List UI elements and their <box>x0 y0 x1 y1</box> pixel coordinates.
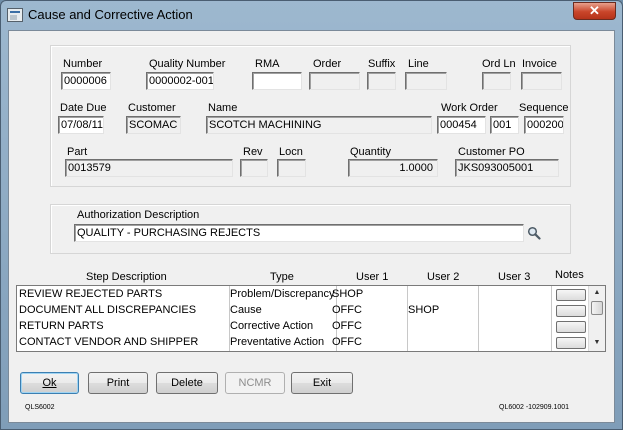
delete-button[interactable]: Delete <box>156 372 218 394</box>
quantity-label: Quantity <box>350 146 391 158</box>
suffix-label: Suffix <box>368 58 396 70</box>
program-version-right: QL6002 -102909.1001 <box>499 404 570 411</box>
column-header-user2: User 2 <box>427 271 460 283</box>
number-label: Number <box>63 58 103 70</box>
ncmr-button-label: NCMR <box>238 377 272 389</box>
table-row[interactable]: CONTACT VENDOR AND SHIPPER Preventative … <box>17 335 553 351</box>
print-button-label: Print <box>106 377 130 389</box>
rma-label: RMA <box>255 58 280 70</box>
notes-button[interactable] <box>556 305 586 317</box>
title-bar[interactable]: Cause and Corrective Action ✕ <box>1 1 622 29</box>
ord-ln-field[interactable] <box>482 72 511 90</box>
notes-button[interactable] <box>556 337 586 349</box>
column-header-step-description: Step Description <box>86 271 167 283</box>
column-header-notes: Notes <box>555 269 584 281</box>
locn-label: Locn <box>279 146 303 158</box>
line-field[interactable] <box>405 72 447 90</box>
sequence-field[interactable]: 000200 <box>524 116 564 134</box>
close-button[interactable]: ✕ <box>573 2 616 20</box>
step-user2-cell: SHOP <box>408 304 440 316</box>
window: Cause and Corrective Action ✕ Number 000… <box>0 0 623 430</box>
order-label: Order <box>313 58 342 70</box>
authorization-field[interactable]: QUALITY - PURCHASING REJECTS <box>74 224 524 242</box>
step-user1-cell: OFFC <box>332 320 362 332</box>
app-icon <box>7 8 23 22</box>
date-due-field[interactable]: 07/08/11 <box>58 116 104 134</box>
ncmr-button[interactable]: NCMR <box>225 372 285 394</box>
ok-button-label: Ok <box>42 377 57 389</box>
line-label: Line <box>408 58 429 70</box>
column-header-type: Type <box>270 271 294 283</box>
customer-field[interactable]: SCOMAC <box>126 116 181 134</box>
quality-number-label: Quality Number <box>149 58 226 70</box>
step-type-cell: Problem/Discrepancy <box>230 288 335 300</box>
order-field[interactable] <box>309 72 360 90</box>
column-header-user3: User 3 <box>498 271 531 283</box>
scroll-up-arrow-icon[interactable]: ▲ <box>589 286 605 300</box>
scrollbar-thumb[interactable] <box>591 301 603 315</box>
rev-label: Rev <box>243 146 263 158</box>
work-order-field[interactable]: 000454 <box>437 116 486 134</box>
suffix-field[interactable] <box>367 72 396 90</box>
locn-field[interactable] <box>277 159 306 177</box>
print-button[interactable]: Print <box>88 372 148 394</box>
exit-button[interactable]: Exit <box>291 372 353 394</box>
program-code-left: QLS6002 <box>25 404 55 411</box>
step-description-cell: REVIEW REJECTED PARTS <box>19 288 163 300</box>
steps-grid[interactable]: REVIEW REJECTED PARTS Problem/Discrepanc… <box>16 285 606 352</box>
step-type-cell: Preventative Action <box>230 336 325 348</box>
ord-ln-label: Ord Ln <box>482 58 516 70</box>
ok-button[interactable]: Ok <box>20 372 79 394</box>
exit-button-label: Exit <box>312 377 332 389</box>
delete-button-label: Delete <box>171 377 203 389</box>
step-type-cell: Corrective Action <box>230 320 314 332</box>
part-field[interactable]: 0013579 <box>65 159 233 177</box>
step-user1-cell: OFFC <box>332 304 362 316</box>
vertical-scrollbar[interactable]: ▲ ▼ <box>588 286 605 351</box>
rev-field[interactable] <box>240 159 268 177</box>
invoice-label: Invoice <box>522 58 557 70</box>
work-order-suffix-field[interactable]: 001 <box>490 116 519 134</box>
step-user1-cell: OFFC <box>332 336 362 348</box>
table-row[interactable]: RETURN PARTS Corrective Action OFFC <box>17 319 553 335</box>
name-field[interactable]: SCOTCH MACHINING <box>206 116 432 134</box>
name-label: Name <box>208 102 238 114</box>
column-header-user1: User 1 <box>356 271 389 283</box>
step-description-cell: DOCUMENT ALL DISCREPANCIES <box>19 304 197 316</box>
step-user1-cell: SHOP <box>332 288 364 300</box>
dialog-client-area: Number 0000006 Quality Number 0000002-00… <box>8 30 615 423</box>
invoice-field[interactable] <box>521 72 562 90</box>
work-order-label: Work Order <box>441 102 498 114</box>
step-type-cell: Cause <box>230 304 262 316</box>
window-title: Cause and Corrective Action <box>28 7 193 22</box>
step-description-cell: CONTACT VENDOR AND SHIPPER <box>19 336 199 348</box>
customer-po-label: Customer PO <box>458 146 525 158</box>
scroll-down-arrow-icon[interactable]: ▼ <box>589 336 605 350</box>
date-due-label: Date Due <box>60 102 107 114</box>
table-row[interactable]: REVIEW REJECTED PARTS Problem/Discrepanc… <box>17 287 553 303</box>
customer-label: Customer <box>128 102 176 114</box>
authorization-label: Authorization Description <box>77 209 200 221</box>
table-row[interactable]: DOCUMENT ALL DISCREPANCIES Cause OFFC SH… <box>17 303 553 319</box>
notes-button[interactable] <box>556 289 586 301</box>
notes-button[interactable] <box>556 321 586 333</box>
magnifier-icon[interactable] <box>527 226 541 240</box>
quantity-field[interactable]: 1.0000 <box>348 159 438 177</box>
sequence-label: Sequence <box>519 102 569 114</box>
quality-number-field[interactable]: 0000002-001 <box>146 72 214 90</box>
rma-field[interactable] <box>252 72 302 90</box>
customer-po-field[interactable]: JKS093005001 <box>455 159 559 177</box>
number-field[interactable]: 0000006 <box>61 72 111 90</box>
part-label: Part <box>67 146 88 158</box>
step-description-cell: RETURN PARTS <box>19 320 104 332</box>
